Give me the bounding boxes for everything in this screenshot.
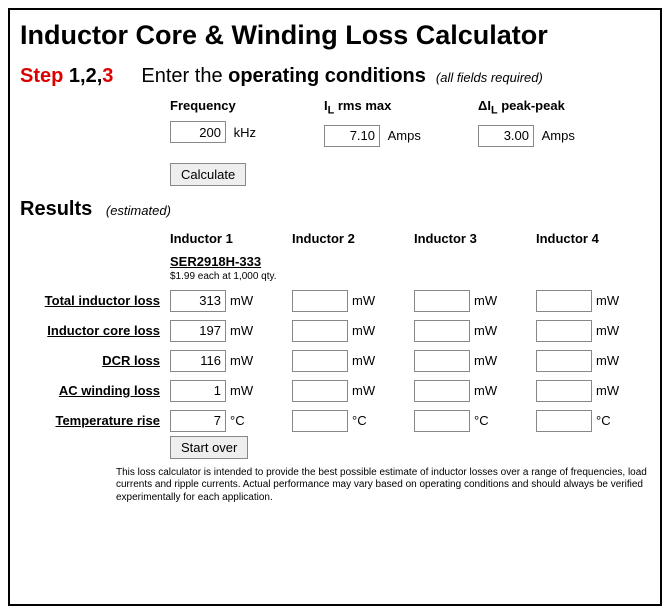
val-3-3	[536, 380, 592, 402]
val-4-0	[170, 410, 226, 432]
unit-2-0: mW	[230, 353, 253, 368]
enter-pre: Enter the	[141, 65, 228, 87]
il-post: rms max	[334, 98, 391, 113]
start-over-button[interactable]: Start over	[170, 436, 248, 459]
unit-4-2: °C	[474, 413, 489, 428]
val-4-1	[292, 410, 348, 432]
freq-unit: kHz	[234, 125, 256, 140]
val-0-0	[170, 290, 226, 312]
val-1-1	[292, 320, 348, 342]
il-unit: Amps	[388, 128, 421, 143]
col-head-3: Inductor 3	[414, 231, 536, 246]
unit-1-1: mW	[352, 323, 375, 338]
step-header: Step 1,2,3 Enter the operating condition…	[20, 65, 650, 88]
row-label-4: Temperature rise	[20, 413, 170, 428]
val-1-3	[536, 320, 592, 342]
val-0-2	[414, 290, 470, 312]
dil-sub: L	[491, 105, 498, 117]
step-3: 3	[102, 65, 113, 87]
val-1-2	[414, 320, 470, 342]
val-4-3	[536, 410, 592, 432]
unit-3-0: mW	[230, 383, 253, 398]
unit-4-0: °C	[230, 413, 245, 428]
row-label-2: DCR loss	[20, 353, 170, 368]
calculate-button[interactable]: Calculate	[170, 163, 246, 186]
row-label-3: AC winding loss	[20, 383, 170, 398]
val-1-0	[170, 320, 226, 342]
il-label: IL rms max	[324, 98, 454, 117]
page-title: Inductor Core & Winding Loss Calculator	[20, 20, 650, 51]
val-3-1	[292, 380, 348, 402]
unit-3-1: mW	[352, 383, 375, 398]
conditions-row: Frequency kHz IL rms max Amps ΔIL peak-p…	[170, 98, 650, 147]
col-head-1: Inductor 1	[170, 231, 292, 246]
val-2-0	[170, 350, 226, 372]
unit-4-3: °C	[596, 413, 611, 428]
val-0-3	[536, 290, 592, 312]
val-2-3	[536, 350, 592, 372]
unit-1-3: mW	[596, 323, 619, 338]
unit-0-2: mW	[474, 293, 497, 308]
col-head-4: Inductor 4	[536, 231, 658, 246]
dil-label: ΔIL peak-peak	[478, 98, 608, 117]
val-3-2	[414, 380, 470, 402]
unit-1-0: mW	[230, 323, 253, 338]
il-input[interactable]	[324, 125, 380, 147]
val-0-1	[292, 290, 348, 312]
val-2-1	[292, 350, 348, 372]
unit-0-3: mW	[596, 293, 619, 308]
part-link-1[interactable]: SER2918H-333	[170, 254, 292, 269]
unit-1-2: mW	[474, 323, 497, 338]
row-label-1: Inductor core loss	[20, 323, 170, 338]
part-price-1: $1.99 each at 1,000 qty.	[170, 271, 292, 282]
val-3-0	[170, 380, 226, 402]
freq-input[interactable]	[170, 121, 226, 143]
val-4-2	[414, 410, 470, 432]
row-label-0: Total inductor loss	[20, 293, 170, 308]
unit-3-3: mW	[596, 383, 619, 398]
results-estimated: (estimated)	[106, 203, 171, 218]
val-2-2	[414, 350, 470, 372]
dil-unit: Amps	[542, 128, 575, 143]
results-table: Inductor 1 Inductor 2 Inductor 3 Inducto…	[20, 231, 650, 432]
unit-4-1: °C	[352, 413, 367, 428]
step-2: 2,	[86, 65, 103, 87]
col-head-2: Inductor 2	[292, 231, 414, 246]
disclaimer: This loss calculator is intended to prov…	[116, 467, 656, 505]
enter-strong: operating conditions	[228, 65, 426, 87]
dil-post: peak-peak	[498, 98, 565, 113]
dil-pre: ΔI	[478, 98, 491, 113]
unit-3-2: mW	[474, 383, 497, 398]
step-1: 1,	[63, 65, 85, 87]
step-prefix: Step	[20, 65, 63, 87]
dil-input[interactable]	[478, 125, 534, 147]
unit-0-1: mW	[352, 293, 375, 308]
unit-2-1: mW	[352, 353, 375, 368]
unit-2-2: mW	[474, 353, 497, 368]
all-fields-required: (all fields required)	[436, 70, 543, 85]
freq-label: Frequency	[170, 98, 300, 113]
results-heading: Results	[20, 198, 92, 220]
unit-0-0: mW	[230, 293, 253, 308]
unit-2-3: mW	[596, 353, 619, 368]
